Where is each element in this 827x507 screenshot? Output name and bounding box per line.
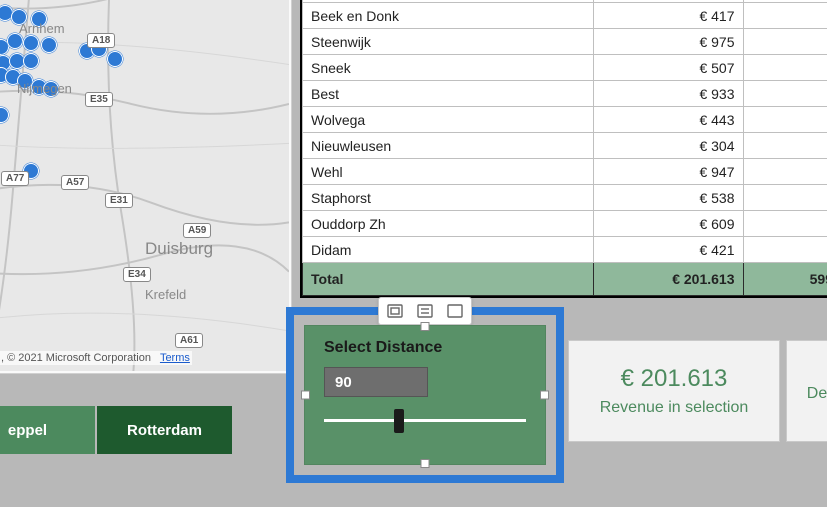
table-row[interactable]: Wehl€ 947 [303,159,827,185]
table-total-row: Total € 201.613 599 [303,263,827,296]
map-viewport[interactable]: A18 E35 A77 A57 E31 A59 E34 A61 Arnhem Nijmegen D… [0,0,289,371]
city-pill-left[interactable]: eppel [0,406,95,454]
kpi-revenue-value: € 201.613 [621,365,728,393]
row-amount: € 507 [594,55,743,81]
map-data-point[interactable] [23,53,39,69]
distance-slider-track[interactable] [324,419,526,422]
road-label: E35 [85,92,113,107]
table-row[interactable]: Sneek€ 507 [303,55,827,81]
resize-handle-s[interactable] [421,459,430,468]
row-amount: € 443 [594,107,743,133]
row-amount: € 304 [594,133,743,159]
table-row[interactable]: Best€ 933 [303,81,827,107]
resize-handle-w[interactable] [301,391,310,400]
kpi-deals-label: De [807,385,827,403]
select-distance-title: Select Distance [324,339,442,357]
select-distance-value[interactable]: 90 [324,367,428,397]
row-amount: € 538 [594,185,743,211]
road-label: E34 [123,267,151,282]
row-city: Wolvega [303,107,594,133]
table-row[interactable]: Steenwijk€ 975 [303,29,827,55]
row-amount: € 609 [594,211,743,237]
row-amount: € 417 [594,3,743,29]
road-label: E31 [105,193,133,208]
row-city: Staphorst [303,185,594,211]
row-amount: € 933 [594,81,743,107]
map-city-label: Arnhem [19,21,65,36]
road-label: A59 [183,223,211,238]
row-count [743,159,827,185]
total-amount: € 201.613 [594,263,743,296]
map-copyright: , © 2021 Microsoft Corporation [1,352,151,364]
focus-mode-button[interactable] [381,300,409,322]
row-count [743,29,827,55]
road-label: A61 [175,333,203,348]
revenue-table: Heerenveen€ 768Beek en Donk€ 417Steenwij… [302,0,827,296]
table-row[interactable]: Wolvega€ 443 [303,107,827,133]
kpi-revenue-label: Revenue in selection [600,399,749,417]
row-count [743,211,827,237]
row-city: Wehl [303,159,594,185]
map-data-point[interactable] [41,37,57,53]
map-card: A18 E35 A77 A57 E31 A59 E34 A61 Arnhem Nijmegen D… [0,0,292,374]
total-count: 599 [743,263,827,296]
road-label: A57 [61,175,89,190]
row-amount: € 421 [594,237,743,263]
table-row[interactable]: Didam€ 421 [303,237,827,263]
resize-handle-n[interactable] [421,322,430,331]
revenue-table-wrap: Heerenveen€ 768Beek en Donk€ 417Steenwij… [300,0,827,298]
road-label: A77 [1,171,29,186]
row-city: Didam [303,237,594,263]
map-attribution: , © 2021 Microsoft Corporation Terms [0,351,192,365]
row-city: Nieuwleusen [303,133,594,159]
distance-slider-fill [324,419,399,422]
city-pill-right-label: Rotterdam [127,422,202,439]
row-count [743,3,827,29]
map-data-point[interactable] [23,35,39,51]
map-terms-link[interactable]: Terms [160,352,190,364]
city-pill-left-label: eppel [8,422,47,439]
table-row[interactable]: Beek en Donk€ 417 [303,3,827,29]
row-city: Ouddorp Zh [303,211,594,237]
row-amount: € 975 [594,29,743,55]
row-city: Best [303,81,594,107]
table-row[interactable]: Staphorst€ 538 [303,185,827,211]
map-city-label: Duisburg [145,239,213,259]
row-city: Beek en Donk [303,3,594,29]
row-amount: € 947 [594,159,743,185]
row-count [743,133,827,159]
visual-action-bar [378,297,472,325]
row-city: Sneek [303,55,594,81]
select-distance-visual-selected[interactable]: Select Distance 90 [286,307,564,483]
distance-slider-thumb[interactable] [394,409,404,433]
table-row[interactable]: Nieuwleusen€ 304 [303,133,827,159]
row-count [743,81,827,107]
kpi-deals-card: De [786,340,827,442]
extra-action-button[interactable] [441,300,469,322]
map-city-label: Krefeld [145,287,186,302]
kpi-revenue-card: € 201.613 Revenue in selection [568,340,780,442]
row-count [743,185,827,211]
map-city-label: Nijmegen [17,81,72,96]
road-label: A18 [87,33,115,48]
row-count [743,237,827,263]
total-label: Total [303,263,594,296]
more-options-button[interactable] [411,300,439,322]
row-count [743,55,827,81]
map-data-point[interactable] [107,51,123,67]
map-roads-svg [0,0,289,371]
row-count [743,107,827,133]
table-row[interactable]: Ouddorp Zh€ 609 [303,211,827,237]
city-pill-right[interactable]: Rotterdam [97,406,232,454]
resize-handle-e[interactable] [540,391,549,400]
row-city: Steenwijk [303,29,594,55]
